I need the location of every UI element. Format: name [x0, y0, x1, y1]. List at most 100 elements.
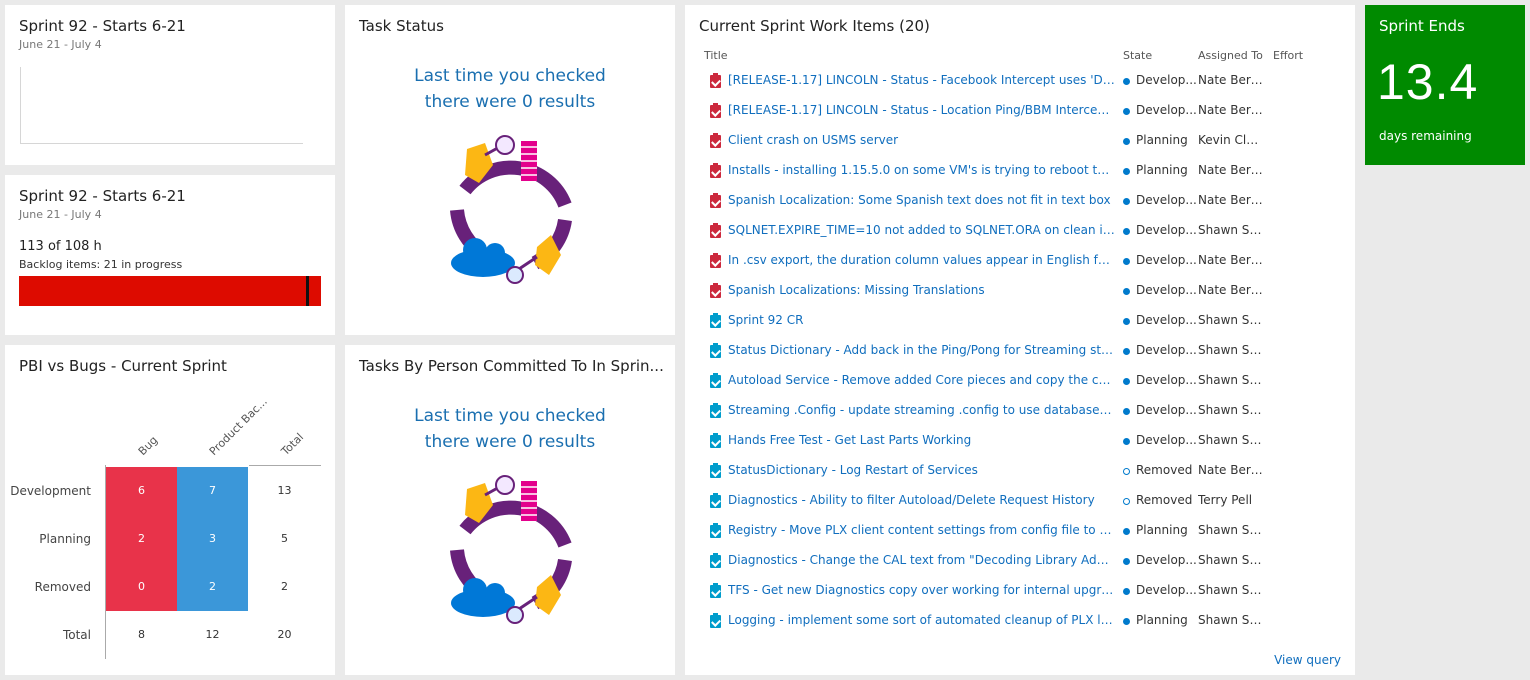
work-item-assigned: Nate Bergl...: [1198, 193, 1264, 207]
work-item-title-link[interactable]: TFS - Get new Diagnostics copy over work…: [728, 583, 1115, 597]
work-item-row[interactable]: Diagnostics - Change the CAL text from "…: [685, 547, 1355, 577]
matrix-cell[interactable]: 13: [249, 467, 320, 515]
work-item-state: Develop...: [1136, 403, 1197, 417]
matrix-cell[interactable]: 0: [106, 563, 177, 611]
sprint-capacity-tile[interactable]: Sprint 92 - Starts 6-21 June 21 - July 4…: [5, 175, 335, 335]
state-dot-icon: [1123, 198, 1130, 205]
work-item-row[interactable]: [RELEASE-1.17] LINCOLN - Status - Facebo…: [685, 67, 1355, 97]
work-item-row[interactable]: Registry - Move PLX client content setti…: [685, 517, 1355, 547]
state-dot-icon: [1123, 498, 1130, 505]
matrix-cell[interactable]: 2: [177, 563, 248, 611]
bug-icon: [710, 193, 721, 208]
work-item-title-link[interactable]: Autoload Service - Remove added Core pie…: [728, 373, 1115, 387]
work-item-row[interactable]: Installs - installing 1.15.5.0 on some V…: [685, 157, 1355, 187]
work-item-title-link[interactable]: Spanish Localization: Some Spanish text …: [728, 193, 1115, 207]
bug-icon: [710, 133, 721, 148]
work-item-row[interactable]: SQLNET.EXPIRE_TIME=10 not added to SQLNE…: [685, 217, 1355, 247]
work-item-title-link[interactable]: Registry - Move PLX client content setti…: [728, 523, 1115, 537]
work-item-row[interactable]: Spanish Localization: Some Spanish text …: [685, 187, 1355, 217]
work-item-row[interactable]: In .csv export, the duration column valu…: [685, 247, 1355, 277]
work-item-state: Develop...: [1136, 223, 1197, 237]
work-item-title-link[interactable]: Status Dictionary - Add back in the Ping…: [728, 343, 1115, 357]
matrix-axis-horizontal: [249, 465, 321, 466]
work-item-state: Planning: [1136, 523, 1188, 537]
work-item-assigned: Nate Bergl...: [1198, 163, 1264, 177]
matrix-cell-total[interactable]: 12: [177, 611, 248, 659]
sprint-ends-tile[interactable]: Sprint Ends 13.4 days remaining: [1365, 5, 1525, 165]
capacity-hours: 113 of 108 h: [19, 239, 102, 254]
work-item-title-link[interactable]: Diagnostics - Ability to filter Autoload…: [728, 493, 1115, 507]
matrix-row-removed: Removed: [34, 580, 91, 594]
sprint-chart-tile[interactable]: Sprint 92 - Starts 6-21 June 21 - July 4: [5, 5, 335, 165]
work-item-row[interactable]: Diagnostics - Ability to filter Autoload…: [685, 487, 1355, 517]
matrix-col-bug: Bug: [135, 433, 161, 458]
work-item-title-link[interactable]: SQLNET.EXPIRE_TIME=10 not added to SQLNE…: [728, 223, 1115, 237]
work-item-row[interactable]: Sprint 92 CR Develop...Shawn Scri...: [685, 307, 1355, 337]
work-item-state: Develop...: [1136, 583, 1197, 597]
work-item-row[interactable]: TFS - Get new Diagnostics copy over work…: [685, 577, 1355, 607]
sprint-chart-title: Sprint 92 - Starts 6-21: [19, 17, 186, 35]
backlog-item-icon: [710, 583, 721, 598]
matrix-cell[interactable]: 2: [106, 515, 177, 563]
work-item-state: Planning: [1136, 613, 1188, 627]
work-item-title-link[interactable]: Client crash on USMS server: [728, 133, 1115, 147]
state-dot-icon: [1123, 288, 1130, 295]
work-item-title-link[interactable]: Diagnostics - Change the CAL text from "…: [728, 553, 1115, 567]
work-item-assigned: Nate Bergl...: [1198, 283, 1264, 297]
work-items-tile[interactable]: Current Sprint Work Items (20) Title Sta…: [685, 5, 1355, 675]
tasks-by-person-message: Last time you checked there were 0 resul…: [414, 406, 606, 452]
work-item-row[interactable]: Client crash on USMS server Planning Kevin…: [685, 127, 1355, 157]
column-header-title[interactable]: Title: [704, 49, 728, 62]
matrix-cell[interactable]: 3: [177, 515, 248, 563]
work-item-state: Develop...: [1136, 553, 1197, 567]
column-header-assigned[interactable]: Assigned To: [1198, 49, 1263, 62]
work-item-title-link[interactable]: Hands Free Test - Get Last Parts Working: [728, 433, 1115, 447]
work-item-row[interactable]: StatusDictionary - Log Restart of Servic…: [685, 457, 1355, 487]
state-dot-icon: [1123, 408, 1130, 415]
work-item-assigned: Nate Bergl...: [1198, 103, 1264, 117]
work-item-title-link[interactable]: Sprint 92 CR: [728, 313, 1115, 327]
work-item-row[interactable]: Logging - implement some sort of automat…: [685, 607, 1355, 637]
work-item-title-link[interactable]: In .csv export, the duration column valu…: [728, 253, 1115, 267]
work-item-state: Develop...: [1136, 253, 1197, 267]
task-status-tile[interactable]: Task Status Last time you checked there …: [345, 5, 675, 335]
work-item-assigned: Shawn Scri...: [1198, 553, 1264, 567]
task-status-message: Last time you checked there were 0 resul…: [414, 66, 606, 112]
state-dot-icon: [1123, 528, 1130, 535]
work-item-title-link[interactable]: [RELEASE-1.17] LINCOLN - Status - Locati…: [728, 103, 1115, 117]
work-item-title-link[interactable]: Streaming .Config - update streaming .co…: [728, 403, 1115, 417]
tasks-by-person-tile[interactable]: Tasks By Person Committed To In Sprin...…: [345, 345, 675, 675]
backlog-item-icon: [710, 613, 721, 628]
work-item-row[interactable]: Hands Free Test - Get Last Parts Working…: [685, 427, 1355, 457]
state-dot-icon: [1123, 558, 1130, 565]
work-item-state: Develop...: [1136, 433, 1197, 447]
work-item-title-link[interactable]: StatusDictionary - Log Restart of Servic…: [728, 463, 1115, 477]
view-query-link[interactable]: View query: [1274, 653, 1341, 667]
empty-results-illustration-icon: [450, 135, 572, 284]
work-item-state: Develop...: [1136, 73, 1197, 87]
work-item-row[interactable]: Spanish Localizations: Missing Translati…: [685, 277, 1355, 307]
matrix-cell[interactable]: 7: [177, 467, 248, 515]
bug-icon: [710, 163, 721, 178]
work-item-row[interactable]: [RELEASE-1.17] LINCOLN - Status - Locati…: [685, 97, 1355, 127]
work-item-state: Develop...: [1136, 313, 1197, 327]
work-item-title-link[interactable]: Spanish Localizations: Missing Translati…: [728, 283, 1115, 297]
column-header-state[interactable]: State: [1123, 49, 1152, 62]
work-item-title-link[interactable]: Logging - implement some sort of automat…: [728, 613, 1115, 627]
work-item-title-link[interactable]: Installs - installing 1.15.5.0 on some V…: [728, 163, 1115, 177]
work-item-row[interactable]: Streaming .Config - update streaming .co…: [685, 397, 1355, 427]
state-dot-icon: [1123, 108, 1130, 115]
pbi-bugs-tile[interactable]: PBI vs Bugs - Current Sprint Bug Product…: [5, 345, 335, 675]
matrix-cell-total[interactable]: 20: [249, 611, 320, 659]
work-item-row[interactable]: Status Dictionary - Add back in the Ping…: [685, 337, 1355, 367]
matrix-cell[interactable]: 5: [249, 515, 320, 563]
matrix-cell[interactable]: 6: [106, 467, 177, 515]
work-item-title-link[interactable]: [RELEASE-1.17] LINCOLN - Status - Facebo…: [728, 73, 1115, 87]
state-dot-icon: [1123, 318, 1130, 325]
column-header-effort[interactable]: Effort: [1273, 49, 1303, 62]
matrix-cell[interactable]: 2: [249, 563, 320, 611]
matrix-cell-total[interactable]: 8: [106, 611, 177, 659]
backlog-item-icon: [710, 463, 721, 478]
work-item-row[interactable]: Autoload Service - Remove added Core pie…: [685, 367, 1355, 397]
state-dot-icon: [1123, 78, 1130, 85]
